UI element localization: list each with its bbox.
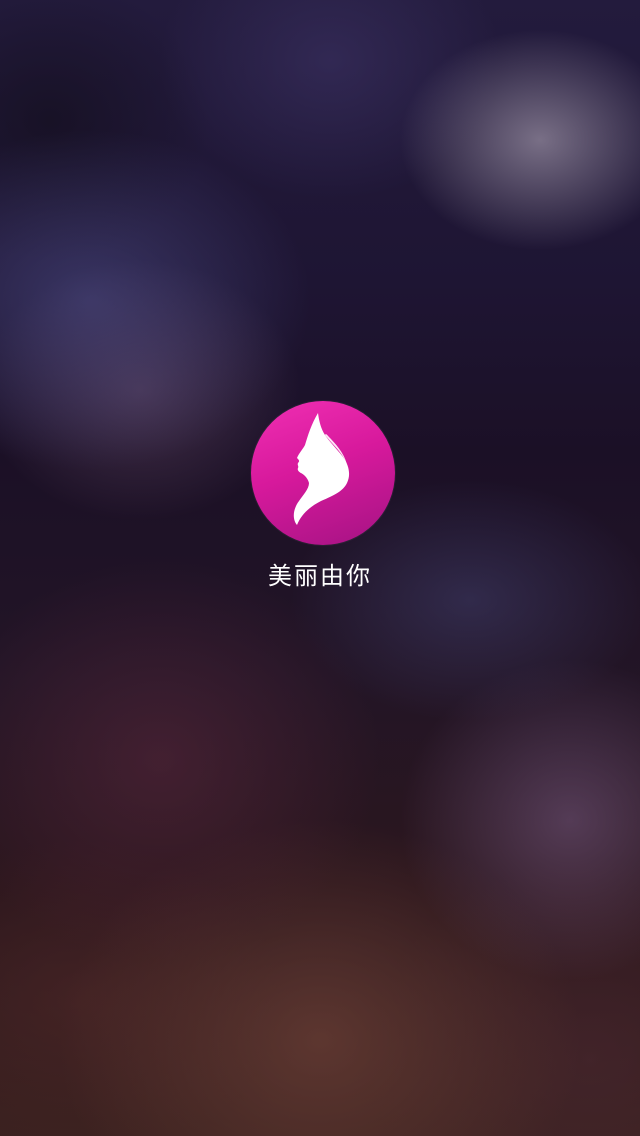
app-name-label: 美丽由你 (268, 562, 372, 590)
app-logo (251, 401, 395, 545)
woman-silhouette-icon (293, 413, 350, 525)
splash-screen: 美丽由你 (0, 0, 640, 1136)
